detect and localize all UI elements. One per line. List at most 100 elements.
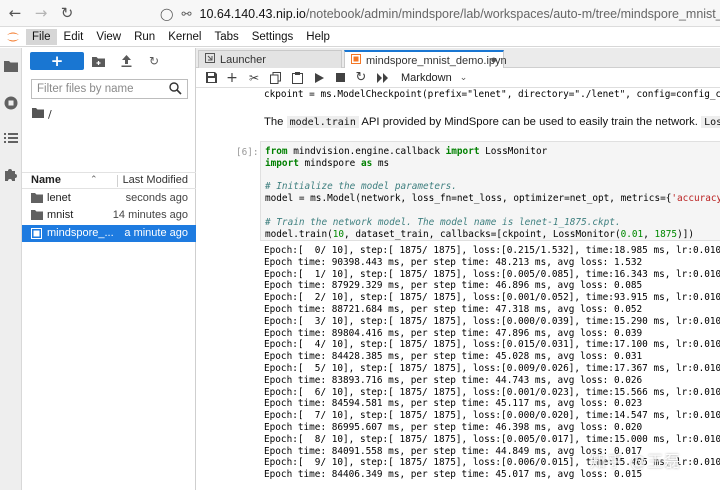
restart-kernel-icon[interactable]: ↻ — [354, 70, 368, 85]
output-line: Epoch:[ 8/ 10], step:[ 1875/ 1875], loss… — [264, 433, 720, 445]
upload-icon[interactable] — [118, 53, 134, 69]
filter-files-input[interactable] — [37, 83, 162, 95]
stop-icon[interactable] — [333, 70, 347, 85]
output-line: Epoch time: 86995.607 ms, per step time:… — [264, 421, 643, 433]
code-line: import mindspore as ms — [265, 157, 390, 169]
column-name[interactable]: Name — [31, 174, 61, 186]
menu-edit[interactable]: Edit — [58, 29, 90, 45]
chevron-down-icon: ⌄ — [459, 72, 468, 82]
notebook-toolbar: + ✂ ↻ Markdown ⌄ — [196, 68, 720, 88]
paste-icon[interactable] — [290, 70, 304, 85]
code-line: model.train(10, dataset_train, callbacks… — [265, 228, 694, 240]
new-launcher-button[interactable]: + — [30, 52, 84, 70]
cell-type-value: Markdown — [401, 71, 452, 84]
previous-code-line: ckpoint = ms.ModelCheckpoint(prefix="len… — [264, 89, 720, 100]
cell-prompt: [6]: — [236, 147, 259, 158]
run-icon[interactable] — [312, 70, 326, 85]
output-line: Epoch time: 83893.716 ms, per step time:… — [264, 374, 643, 386]
file-row-mnist[interactable]: mnist 14 minutes ago — [22, 207, 196, 224]
file-name: mnist — [47, 209, 74, 221]
folder-icon[interactable] — [3, 58, 19, 74]
file-row-lenet[interactable]: lenet seconds ago — [22, 190, 196, 207]
output-line: Epoch time: 89804.416 ms, per step time:… — [264, 327, 643, 339]
left-activity-bar — [0, 48, 22, 490]
watermark: 知乎 @王磊 — [590, 452, 682, 471]
output-line: Epoch time: 84594.581 ms, per step time:… — [264, 398, 643, 410]
add-cell-icon[interactable]: + — [225, 70, 239, 86]
cell-type-select[interactable]: Markdown ⌄ — [401, 70, 467, 85]
copy-icon[interactable] — [268, 70, 282, 85]
new-folder-icon[interactable] — [90, 53, 106, 69]
extension-puzzle-icon[interactable] — [3, 166, 19, 182]
tab-label: mindspore_mnist_demo.ipyn — [366, 54, 507, 67]
filter-files-field[interactable] — [31, 79, 188, 99]
output-line: Epoch:[ 3/ 10], step:[ 1875/ 1875], loss… — [264, 315, 720, 327]
output-line: Epoch:[ 0/ 10], step:[ 1875/ 1875], loss… — [264, 245, 720, 256]
forward-arrow-icon[interactable]: → — [30, 2, 52, 24]
file-row-notebook[interactable]: mindspore_... a minute ago — [22, 225, 196, 242]
output-line: Epoch:[ 7/ 10], step:[ 1875/ 1875], loss… — [264, 410, 720, 422]
refresh-icon[interactable]: ↻ — [146, 53, 162, 69]
code-cell-editor[interactable]: from mindvision.engine.callback import L… — [260, 141, 720, 241]
shield-icon: ◯ — [160, 6, 174, 21]
jupyter-menubar: File Edit View Run Kernel Tabs Settings … — [0, 28, 720, 47]
url-host: 10.64.140.43.nip.io — [199, 6, 306, 21]
file-modified: seconds ago — [125, 192, 188, 204]
column-divider[interactable] — [117, 175, 118, 187]
output-line: Epoch:[ 4/ 10], step:[ 1875/ 1875], loss… — [264, 339, 720, 351]
code-line: model = ms.Model(network, loss_fn=net_lo… — [265, 193, 720, 205]
menu-run[interactable]: Run — [128, 29, 161, 45]
md-text: The — [264, 116, 287, 128]
tab-notebook[interactable]: mindspore_mnist_demo.ipyn ● — [344, 50, 507, 69]
notebook-icon — [31, 228, 43, 239]
file-name: mindspore_... — [47, 227, 114, 239]
column-last-modified[interactable]: Last Modified — [123, 174, 188, 186]
menu-view[interactable]: View — [90, 29, 127, 45]
tab-launcher[interactable]: Launcher — [198, 50, 342, 68]
back-arrow-icon[interactable]: ← — [4, 2, 26, 24]
notebook-icon — [351, 54, 361, 67]
breadcrumb-folder-icon[interactable] — [32, 107, 44, 121]
cell-output: Epoch:[ 0/ 10], step:[ 1875/ 1875], loss… — [264, 245, 720, 481]
code-comment: # Train the network model. The model nam… — [265, 216, 621, 228]
close-icon[interactable]: ● — [490, 54, 497, 66]
menu-file[interactable]: File — [26, 29, 57, 45]
tab-label: Launcher — [220, 53, 266, 66]
output-line: Epoch:[ 1/ 10], step:[ 1875/ 1875], loss… — [264, 268, 720, 280]
code-line: from mindvision.engine.callback import L… — [265, 146, 548, 157]
save-icon[interactable] — [204, 70, 218, 85]
breadcrumb-root[interactable]: / — [48, 108, 52, 121]
output-line: Epoch time: 87929.329 ms, per step time:… — [264, 280, 643, 292]
breadcrumb: / — [32, 106, 52, 122]
cut-icon[interactable]: ✂ — [247, 70, 261, 85]
folder-icon — [31, 193, 43, 204]
output-line: Epoch time: 88721.684 ms, per step time:… — [264, 303, 643, 315]
main-dock-area: Launcher mindspore_mnist_demo.ipyn ● + ✂… — [196, 48, 720, 490]
code-comment: # Initialize the model parameters. — [265, 181, 457, 193]
menu-tabs[interactable]: Tabs — [208, 29, 244, 45]
md-inline-code: model.train — [286, 116, 359, 128]
jupyter-logo-icon — [0, 28, 26, 47]
file-browser-panel: + ↻ / Name ⌃ Last Modified lenet seconds… — [22, 48, 196, 490]
search-icon — [169, 82, 182, 98]
output-line: Epoch:[ 5/ 10], step:[ 1875/ 1875], loss… — [264, 362, 720, 374]
folder-icon — [31, 210, 43, 221]
menu-help[interactable]: Help — [300, 29, 336, 45]
file-list-header: Name ⌃ Last Modified — [22, 172, 196, 189]
markdown-cell[interactable]: The model.train API provided by MindSpor… — [264, 116, 720, 128]
file-modified: a minute ago — [124, 227, 188, 239]
insecure-lock-icon: ⚯ — [181, 6, 192, 21]
output-line: Epoch:[ 2/ 10], step:[ 1875/ 1875], loss… — [264, 292, 720, 304]
menu-settings[interactable]: Settings — [246, 29, 300, 45]
output-line: Epoch:[ 6/ 10], step:[ 1875/ 1875], loss… — [264, 386, 720, 398]
restart-run-all-icon[interactable] — [376, 70, 390, 85]
command-palette-icon[interactable] — [3, 130, 19, 146]
output-line: Epoch time: 90398.443 ms, per step time:… — [264, 256, 643, 268]
notebook-content[interactable]: ckpoint = ms.ModelCheckpoint(prefix="len… — [196, 89, 720, 490]
reload-icon[interactable]: ↻ — [56, 2, 78, 24]
menu-kernel[interactable]: Kernel — [162, 29, 207, 45]
running-stop-icon[interactable] — [3, 95, 19, 111]
launcher-icon — [205, 53, 215, 66]
address-bar[interactable]: ◯ ⚯ 10.64.140.43.nip.io /notebook/admin/… — [160, 3, 720, 24]
